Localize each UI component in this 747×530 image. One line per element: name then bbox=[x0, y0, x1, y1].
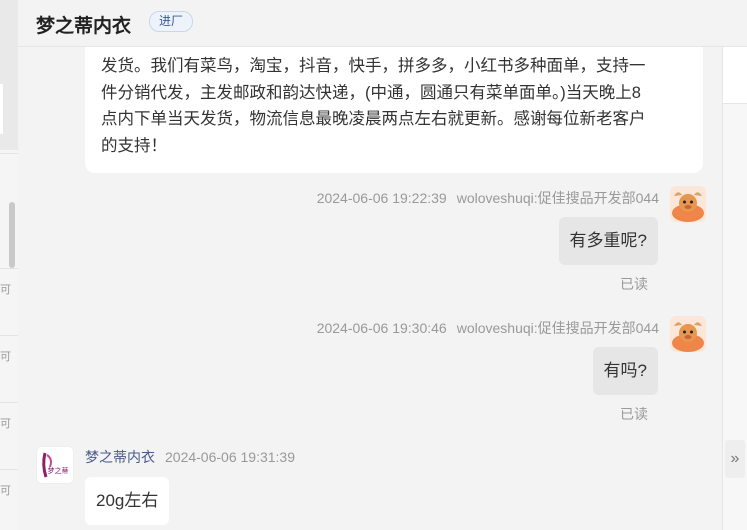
sender-name: woloveshuqi:促佳搜品开发部044 bbox=[456, 320, 659, 336]
selected-conversation-marker bbox=[0, 84, 3, 134]
list-divider bbox=[0, 268, 18, 269]
list-divider bbox=[0, 335, 18, 336]
message-time: 2024-06-06 19:31:39 bbox=[165, 449, 295, 465]
message-meta: 2024-06-06 19:22:39 woloveshuqi:促佳搜品开发部04… bbox=[317, 188, 659, 208]
list-divider bbox=[0, 469, 18, 470]
shop-logo-icon: 梦之蒂 bbox=[37, 447, 73, 483]
chat-header: 梦之蒂内衣 进厂 bbox=[18, 0, 747, 47]
conversation-snippet[interactable]: 可 bbox=[0, 482, 11, 498]
cartoon-avatar-icon bbox=[670, 186, 706, 222]
side-panel-header bbox=[723, 47, 747, 104]
shop-name: 梦之蒂内衣 bbox=[36, 16, 132, 37]
message-meta: 梦之蒂内衣 2024-06-06 19:31:39 bbox=[85, 447, 295, 467]
message-line: 的支持！ bbox=[101, 136, 167, 155]
expand-panel-icon[interactable]: » bbox=[725, 440, 745, 478]
conversation-snippet[interactable]: 可 bbox=[0, 281, 11, 297]
message-line: 发货。我们有菜鸟，淘宝，抖音，快手，拼多多，小红书多种面单，支持一 bbox=[101, 57, 646, 75]
enter-factory-badge[interactable]: 进厂 bbox=[149, 11, 194, 32]
side-panel-edge: » bbox=[722, 47, 747, 530]
buyer-avatar[interactable] bbox=[670, 186, 706, 222]
buyer-avatar[interactable] bbox=[670, 316, 706, 352]
message-line: 件分销代发，主发邮政和韵达快递，(中通，圆通只有菜单面单。)当天晚上8 bbox=[101, 83, 641, 102]
message-line: 点内下单当天发货，物流信息最晚凌晨两点左右就更新。感谢每位新老客户 bbox=[101, 110, 646, 128]
outgoing-message-bubble: 有多重呢? bbox=[558, 217, 658, 265]
read-status: 已读 bbox=[620, 276, 648, 292]
list-divider bbox=[0, 153, 18, 154]
sender-name: 梦之蒂内衣 bbox=[85, 449, 155, 465]
read-status: 已读 bbox=[620, 406, 648, 422]
message-time: 2024-06-06 19:30:46 bbox=[316, 320, 447, 336]
conversation-list-scrollbar[interactable] bbox=[9, 202, 15, 268]
incoming-message-bubble: 20g左右 bbox=[85, 477, 170, 525]
list-divider bbox=[0, 402, 18, 403]
shop-avatar[interactable]: 梦之蒂 bbox=[36, 446, 74, 484]
conversation-list-edge: 可 可 可 可 bbox=[0, 0, 18, 530]
logo-lettering: 梦之蒂 bbox=[48, 466, 69, 475]
cartoon-avatar-icon bbox=[670, 316, 706, 352]
conversation-snippet[interactable]: 可 bbox=[0, 348, 11, 364]
message-area[interactable]: 发货。我们有菜鸟，淘宝，抖音，快手，拼多多，小红书多种面单，支持一 件分销代发，… bbox=[18, 47, 722, 530]
message-meta: 2024-06-06 19:30:46 woloveshuqi:促佳搜品开发部04… bbox=[317, 318, 659, 338]
sender-name: woloveshuqi:促佳搜品开发部044 bbox=[456, 190, 659, 206]
message-time: 2024-06-06 19:22:39 bbox=[316, 190, 447, 206]
incoming-message-bubble: 发货。我们有菜鸟，淘宝，抖音，快手，拼多多，小红书多种面单，支持一 件分销代发，… bbox=[85, 47, 703, 173]
conversation-snippet[interactable]: 可 bbox=[0, 415, 11, 431]
outgoing-message-bubble: 有吗? bbox=[592, 347, 658, 395]
